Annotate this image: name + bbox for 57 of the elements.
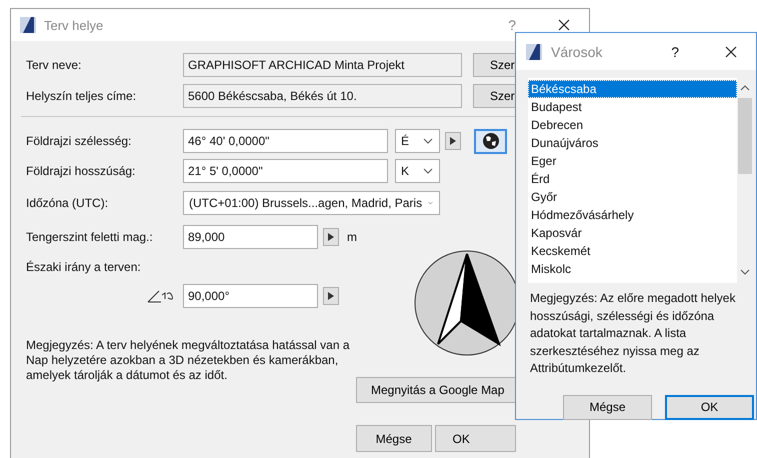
arrow-button[interactable]: [323, 287, 339, 305]
triangle-right-icon: [328, 233, 334, 241]
north-angle-field[interactable]: 90,000°: [183, 284, 318, 308]
globe-icon: [482, 132, 500, 150]
city-item[interactable]: Hódmezővásárhely: [528, 206, 737, 224]
field-label: Földrajzi szélesség:: [26, 134, 132, 148]
note-text: Megjegyzés: A terv helyének megváltoztatása hatással van a Nap helyzetére azokban a 3D nézetekben és kamerákban, amelyek tárolják a dátumot és az időt.: [26, 338, 351, 383]
city-item[interactable]: Dunaújváros: [528, 134, 737, 152]
elevation-field[interactable]: 89,000: [183, 225, 318, 249]
unit-label: m: [347, 230, 357, 244]
city-item[interactable]: Miskolc: [528, 260, 737, 278]
field-label: Földrajzi hosszúság:: [26, 164, 136, 178]
app-logo-icon: [526, 44, 542, 60]
city-item[interactable]: Eger: [528, 152, 737, 170]
globe-button[interactable]: [474, 128, 507, 154]
chevron-down-icon: [423, 138, 433, 144]
angle-icon: [147, 289, 175, 303]
window-title: Városok: [551, 44, 604, 60]
field-label: Helyszín teljes címe:: [26, 89, 138, 103]
app-logo-icon: [20, 17, 36, 33]
latitude-field[interactable]: 46° 40' 0,0000": [183, 129, 388, 153]
cancel-button[interactable]: Mégse: [563, 394, 652, 420]
arrow-button[interactable]: [323, 228, 339, 246]
triangle-right-icon: [450, 137, 456, 145]
help-button[interactable]: ?: [671, 44, 679, 60]
ok-button[interactable]: OK: [665, 394, 754, 420]
help-button[interactable]: ?: [508, 17, 516, 33]
timezone-dropdown[interactable]: (UTC+01:00) Brussels...agen, Madrid, Paris: [183, 191, 440, 215]
longitude-field[interactable]: 21° 5' 0,0000": [183, 159, 388, 183]
edit-button[interactable]: Szer: [473, 84, 515, 108]
window-title: Terv helye: [44, 18, 104, 32]
chevron-down-icon: [423, 168, 433, 174]
project-name-field[interactable]: GRAPHISOFT ARCHICAD Minta Projekt: [183, 53, 462, 77]
city-item[interactable]: Békéscsaba: [528, 80, 737, 98]
triangle-right-icon: [328, 292, 334, 300]
close-icon[interactable]: [725, 46, 737, 58]
address-field[interactable]: 5600 Békéscsaba, Békés út 10.: [183, 84, 462, 108]
edit-button[interactable]: Szer: [473, 53, 515, 77]
city-item[interactable]: Érd: [528, 170, 737, 188]
note-text: Megjegyzés: Az előre megadott helyek hosszúsági, szélességi és időzóna adatokat tartalmaznak. A lista szerkesztéséhez nyissa meg az Attribútumkezelőt.: [530, 290, 736, 377]
ok-button[interactable]: OK: [434, 425, 516, 452]
field-label: Terv neve:: [26, 58, 82, 72]
city-item[interactable]: Budapest: [528, 98, 737, 116]
arrow-button[interactable]: [445, 132, 461, 150]
city-item[interactable]: Debrecen: [528, 116, 737, 134]
hemisphere-dropdown[interactable]: É: [395, 129, 440, 153]
field-label: Északi irány a terven:: [26, 260, 142, 274]
hemisphere-dropdown[interactable]: K: [395, 159, 440, 183]
city-item[interactable]: Győr: [528, 188, 737, 206]
cancel-button[interactable]: Mégse: [356, 425, 432, 452]
field-label: Tengerszint feletti mag.:: [26, 230, 154, 244]
city-item[interactable]: Kecskemét: [528, 242, 737, 260]
city-item[interactable]: Kaposvár: [528, 224, 737, 242]
field-label: Időzóna (UTC):: [26, 196, 110, 210]
chevron-down-icon: [428, 200, 433, 206]
close-icon[interactable]: [558, 19, 570, 31]
google-maps-button[interactable]: Megnyitás a Google Map: [356, 377, 516, 403]
